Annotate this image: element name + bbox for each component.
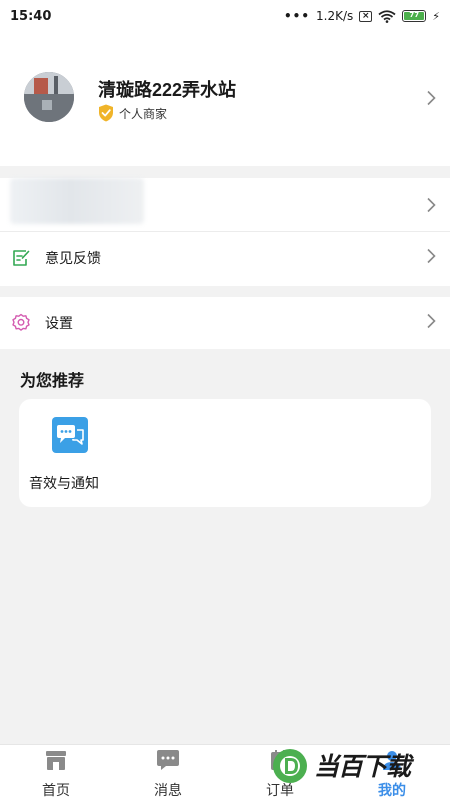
message-icon bbox=[157, 750, 179, 770]
merchant-badge: 个人商家 bbox=[98, 104, 167, 122]
status-bar: 15:40 ••• 1.2K/s × 77 ⚡ bbox=[0, 0, 450, 32]
chevron-right-icon bbox=[426, 248, 436, 268]
shield-check-icon bbox=[99, 104, 113, 122]
sound-notification-label: 音效与通知 bbox=[29, 476, 99, 492]
feedback-label: 意见反馈 bbox=[45, 251, 101, 267]
tab-home[interactable]: 首页 bbox=[24, 745, 88, 800]
profile-header[interactable]: 清璇路222弄水站 个人商家 bbox=[0, 32, 450, 166]
merchant-type: 个人商家 bbox=[119, 106, 168, 121]
chevron-right-icon bbox=[426, 90, 436, 110]
gear-icon bbox=[12, 313, 30, 331]
recommend-card: 音效与通知 bbox=[19, 399, 431, 507]
status-time: 15:40 bbox=[10, 8, 52, 24]
blurred-menu-row[interactable] bbox=[0, 178, 450, 232]
no-sim-icon: × bbox=[359, 10, 373, 22]
settings-label: 设置 bbox=[45, 316, 73, 332]
chevron-right-icon bbox=[426, 197, 436, 217]
feedback-icon bbox=[13, 250, 30, 266]
chat-bubbles-icon bbox=[52, 417, 88, 453]
watermark-logo-icon bbox=[273, 749, 307, 783]
tab-messages-label: 消息 bbox=[154, 783, 182, 799]
status-indicators: ••• 1.2K/s × 77 ⚡ bbox=[284, 9, 440, 23]
battery-level: 77 bbox=[404, 12, 425, 20]
tab-messages[interactable]: 消息 bbox=[136, 745, 200, 800]
watermark: 当百下载 bbox=[270, 747, 440, 785]
network-speed: 1.2K/s bbox=[316, 9, 354, 23]
chevron-right-icon bbox=[426, 313, 436, 333]
recommend-title: 为您推荐 bbox=[20, 371, 85, 390]
blurred-content bbox=[10, 178, 144, 224]
menu-section-1: 意见反馈 bbox=[0, 178, 450, 286]
store-icon bbox=[46, 751, 66, 770]
battery-icon: 77 bbox=[402, 10, 427, 22]
avatar[interactable] bbox=[24, 72, 74, 122]
wifi-icon bbox=[378, 9, 396, 23]
tab-home-label: 首页 bbox=[42, 783, 70, 799]
store-name: 清璇路222弄水站 bbox=[98, 80, 237, 100]
watermark-text: 当百下载 bbox=[314, 752, 411, 781]
sound-notification-tile[interactable]: 音效与通知 bbox=[29, 415, 129, 495]
menu-section-2: 设置 bbox=[0, 297, 450, 349]
charging-icon: ⚡ bbox=[432, 9, 440, 23]
more-dots-icon: ••• bbox=[284, 9, 311, 23]
feedback-menu-item[interactable]: 意见反馈 bbox=[0, 232, 450, 284]
settings-menu-item[interactable]: 设置 bbox=[0, 297, 450, 349]
